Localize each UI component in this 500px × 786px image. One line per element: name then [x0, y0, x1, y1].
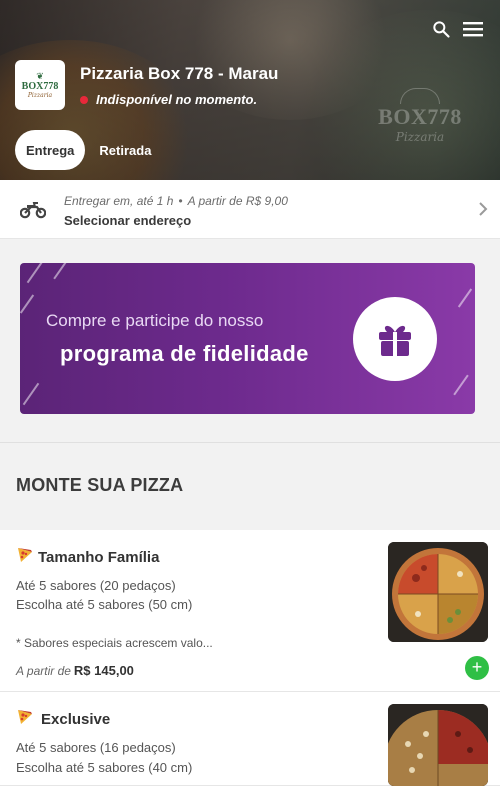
product-card[interactable]: Tamanho Família Até 5 sabores (20 pedaço…	[0, 530, 500, 692]
store-header: BOX778 Pizzaria ❦ BOX778 Pizzaria Pizzar…	[0, 0, 500, 180]
menu-icon[interactable]	[462, 18, 484, 40]
delivery-mode-toggle: Entrega Retirada	[15, 130, 162, 170]
search-icon[interactable]	[430, 18, 452, 40]
category-title: MONTE SUA PIZZA	[16, 475, 184, 495]
add-product-button[interactable]: +	[465, 656, 489, 680]
product-price: A partir de R$ 145,00	[16, 663, 134, 678]
category-header: MONTE SUA PIZZA	[0, 443, 500, 530]
watermark-name: BOX778	[378, 104, 462, 129]
select-address-label: Selecionar endereço	[64, 213, 192, 228]
watermark-crest-icon	[400, 88, 440, 104]
tab-retirada[interactable]: Retirada	[85, 130, 162, 170]
loyalty-banner-section: Compre e participe do nosso programa de …	[0, 239, 500, 443]
banner-decoration	[22, 382, 40, 406]
price-prefix: A partir de	[16, 664, 71, 678]
logo-sub: Pizzaria	[27, 91, 53, 99]
header-watermark-logo: BOX778 Pizzaria	[375, 88, 465, 144]
logo-crest-icon: ❦	[36, 70, 44, 81]
delivery-eta: Entregar em, até 1 h • A partir de R$ 9,00	[64, 194, 288, 208]
product-desc-1: Até 5 sabores (16 pedaços)	[16, 740, 176, 755]
delivery-address-row[interactable]: Entregar em, até 1 h • A partir de R$ 9,00…	[0, 180, 500, 239]
product-desc-2: Escolha até 5 sabores (40 cm)	[16, 760, 193, 775]
product-title: Tamanho Família	[16, 546, 159, 568]
product-title: Exclusive	[16, 708, 110, 730]
watermark-sub: Pizzaria	[395, 130, 445, 144]
store-status: Indisponível no momento.	[80, 92, 257, 107]
product-card[interactable]: Exclusive Até 5 sabores (16 pedaços) Esc…	[0, 692, 500, 786]
product-desc-1: Até 5 sabores (20 pedaços)	[16, 578, 176, 593]
banner-line2: programa de fidelidade	[60, 341, 309, 366]
logo-name: BOX778	[21, 80, 59, 92]
chevron-right-icon	[478, 201, 488, 222]
gift-icon	[353, 297, 437, 381]
banner-decoration	[53, 263, 69, 280]
banner-line1: Compre e participe do nosso	[46, 311, 264, 330]
store-logo: ❦ BOX778 Pizzaria	[15, 60, 65, 110]
status-dot-icon	[80, 95, 88, 104]
motorcycle-icon	[19, 198, 47, 225]
product-image	[388, 704, 488, 786]
delivery-eta-text: Entregar em, até 1 h	[64, 194, 174, 208]
product-title-text: Tamanho Família	[38, 548, 160, 566]
product-title-text: Exclusive	[41, 710, 111, 728]
loyalty-banner[interactable]: Compre e participe do nosso programa de …	[20, 263, 475, 414]
tab-entrega[interactable]: Entrega	[15, 130, 86, 170]
delivery-separator: •	[178, 194, 183, 208]
status-text: Indisponível no momento.	[96, 92, 258, 107]
store-name: Pizzaria Box 778 - Marau	[80, 64, 279, 83]
banner-decoration	[457, 288, 473, 308]
banner-decoration	[453, 374, 469, 396]
banner-decoration	[20, 294, 35, 314]
product-desc-2: Escolha até 5 sabores (50 cm)	[16, 597, 193, 612]
banner-decoration	[26, 263, 44, 284]
product-image	[388, 542, 488, 642]
product-note: * Sabores especiais acrescem valo...	[16, 636, 213, 650]
delivery-min-text: A partir de R$ 9,00	[187, 194, 288, 208]
pizza-slice-icon	[16, 546, 34, 568]
pizza-slice-icon	[16, 708, 34, 730]
price-value: R$ 145,00	[73, 663, 134, 678]
